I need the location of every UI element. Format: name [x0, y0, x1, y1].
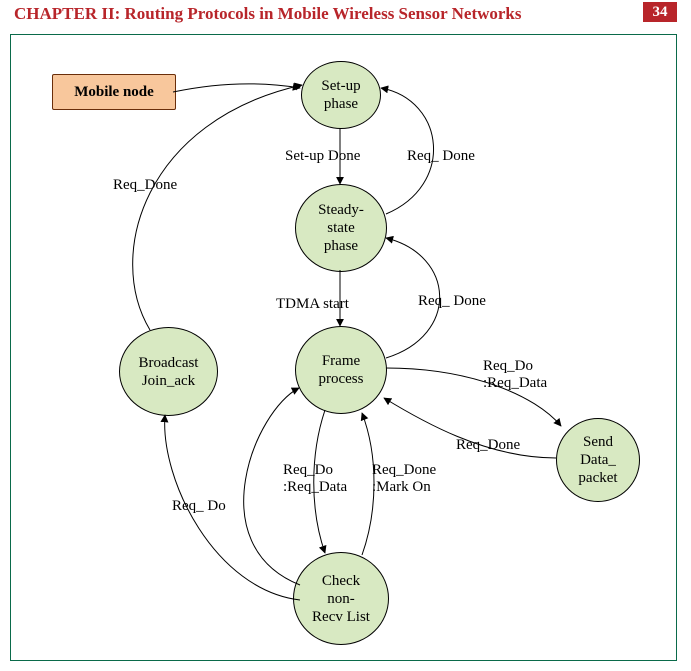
edge-req-done-to-setup: Req_ Done: [407, 148, 475, 165]
page-number: 34: [643, 2, 677, 22]
state-label: Frame process: [319, 352, 364, 388]
legend-mobile-node: Mobile node: [52, 74, 176, 110]
edge-setup-done: Set-up Done: [285, 148, 360, 165]
edge-tdma-start: TDMA start: [276, 296, 349, 313]
state-broadcast-join-ack: Broadcast Join_ack: [119, 327, 218, 416]
state-send-data-packet: Send Data_ packet: [556, 418, 640, 502]
edge-req-done-broadcast-to-setup: Req_Done: [113, 177, 177, 194]
state-label: Set-up phase: [321, 77, 360, 113]
edge-req-do: Req_ Do: [172, 498, 226, 515]
state-steady-phase: Steady- state phase: [295, 184, 387, 272]
state-label: Steady- state phase: [318, 201, 364, 255]
edge-req-done-frame-to-steady: Req_ Done: [418, 293, 486, 310]
chapter-title: CHAPTER II: Routing Protocols in Mobile …: [14, 4, 522, 24]
state-check-non-recv: Check non- Recv List: [293, 552, 389, 645]
state-setup-phase: Set-up phase: [301, 61, 381, 129]
edge-req-do-req-data-to-send: Req_Do :Req_Data: [483, 358, 547, 392]
edge-req-done-mark-on: Req_Done :Mark On: [372, 462, 436, 496]
state-label: Broadcast Join_ack: [139, 354, 199, 390]
edge-req-done-send-to-frame: Req_Done: [456, 437, 520, 454]
state-label: Check non- Recv List: [312, 572, 370, 626]
edge-req-do-req-data-frame-to-check: Req_Do :Req_Data: [283, 462, 347, 496]
state-label: Send Data_ packet: [578, 433, 617, 487]
state-frame-process: Frame process: [295, 326, 387, 414]
